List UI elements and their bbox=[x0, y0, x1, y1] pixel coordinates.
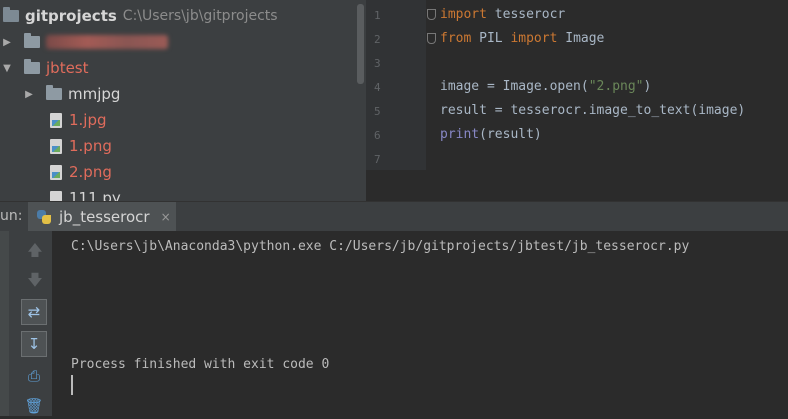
console-command-line: C:\Users\jb\Anaconda3\python.exe C:/User… bbox=[71, 239, 690, 254]
tree-item-label: mmjpg bbox=[68, 85, 121, 103]
soft-wrap-icon[interactable]: ⇄ bbox=[21, 299, 47, 325]
python-file-icon bbox=[50, 190, 62, 201]
folder-icon bbox=[46, 85, 62, 100]
root-folder-name: gitprojects bbox=[25, 7, 117, 25]
tree-item-mmjpg[interactable]: ▶ mmjpg bbox=[22, 82, 120, 106]
fold-marker-icon[interactable] bbox=[427, 9, 436, 20]
code-line-1: import tesserocr bbox=[440, 7, 565, 22]
code-keyword: import bbox=[510, 31, 558, 46]
line-number: 2 bbox=[374, 33, 381, 46]
tree-item-1jpg[interactable]: 1.jpg bbox=[50, 108, 107, 132]
tree-item-label: 1.png bbox=[69, 137, 112, 155]
line-number: 4 bbox=[374, 81, 381, 94]
tree-item-2png[interactable]: 2.png bbox=[50, 160, 112, 184]
line-number: 6 bbox=[374, 129, 381, 142]
code-text: result = tesserocr.image_to_text(image) bbox=[440, 103, 746, 118]
image-file-icon bbox=[50, 164, 62, 180]
image-file-icon bbox=[50, 112, 62, 128]
folder-icon bbox=[24, 59, 40, 74]
chevron-down-icon[interactable]: ▼ bbox=[0, 63, 14, 74]
run-console[interactable]: C:\Users\jb\Anaconda3\python.exe C:/User… bbox=[52, 231, 788, 416]
code-line-6: print(result) bbox=[440, 127, 542, 142]
line-number: 5 bbox=[374, 105, 381, 118]
scroll-to-end-icon[interactable]: ↧ bbox=[21, 331, 47, 357]
tree-item-label: 2.png bbox=[69, 163, 112, 181]
code-line-4: image = Image.open("2.png") bbox=[440, 79, 651, 94]
code-text: ) bbox=[643, 79, 652, 94]
code-text: (result) bbox=[479, 127, 542, 142]
code-text: image = Image.open( bbox=[440, 79, 589, 94]
close-icon[interactable]: × bbox=[161, 210, 171, 224]
code-line-2: from PIL import Image bbox=[440, 31, 604, 46]
line-number: 3 bbox=[374, 57, 381, 70]
tree-root[interactable]: gitprojects C:\Users\jb\gitprojects bbox=[0, 4, 278, 28]
left-tool-strip bbox=[0, 231, 9, 416]
text-caret bbox=[71, 375, 73, 395]
tree-item-1png[interactable]: 1.png bbox=[50, 134, 112, 158]
line-number: 7 bbox=[374, 153, 381, 166]
trash-icon[interactable]: 🗑 bbox=[21, 393, 47, 419]
chevron-right-icon[interactable]: ▶ bbox=[22, 89, 36, 100]
print-icon[interactable]: ⎙ bbox=[21, 363, 47, 389]
project-scrollbar[interactable] bbox=[357, 4, 364, 84]
python-icon bbox=[36, 209, 52, 225]
code-text: Image bbox=[557, 31, 605, 46]
code-string: "2.png" bbox=[588, 79, 644, 94]
image-file-icon bbox=[50, 138, 62, 154]
code-text: tesserocr bbox=[486, 7, 566, 22]
root-folder-path: C:\Users\jb\gitprojects bbox=[122, 8, 278, 24]
code-line-5: result = tesserocr.image_to_text(image) bbox=[440, 103, 745, 118]
code-builtin: print bbox=[440, 127, 480, 142]
tree-item-blurred[interactable]: ▶ bbox=[0, 30, 168, 54]
console-exit-line: Process finished with exit code 0 bbox=[71, 357, 330, 372]
tree-item-jbtest[interactable]: ▼ jbtest bbox=[0, 56, 89, 80]
editor-empty-area bbox=[366, 170, 788, 201]
folder-icon bbox=[3, 7, 19, 22]
fold-marker-icon[interactable] bbox=[427, 33, 436, 44]
project-tree-panel: gitprojects C:\Users\jb\gitprojects ▶ ▼ … bbox=[0, 0, 366, 201]
run-tool-window-header: un: jb_tesserocr × bbox=[0, 201, 788, 233]
tree-item-label: 1.jpg bbox=[69, 111, 107, 129]
tree-item-label: jbtest bbox=[46, 59, 89, 77]
folder-icon bbox=[24, 33, 40, 48]
line-number: 1 bbox=[374, 9, 381, 22]
tree-item-label: 111.py bbox=[69, 189, 121, 201]
tab-title: jb_tesserocr bbox=[59, 208, 150, 226]
tree-item-111py[interactable]: 111.py bbox=[50, 186, 121, 201]
arrow-up-icon[interactable]: 🡅 bbox=[22, 239, 48, 265]
chevron-right-icon[interactable]: ▶ bbox=[0, 37, 14, 48]
arrow-down-icon[interactable]: 🡇 bbox=[22, 269, 48, 295]
tab-jb-tesserocr[interactable]: jb_tesserocr × bbox=[28, 202, 176, 232]
run-label: un: bbox=[0, 208, 23, 224]
blurred-folder-name bbox=[46, 35, 168, 49]
code-keyword: import bbox=[440, 7, 487, 22]
code-editor[interactable]: 1 2 3 4 5 6 7 import tesserocr from PIL … bbox=[366, 0, 788, 201]
code-keyword: from bbox=[440, 31, 472, 46]
code-text: PIL bbox=[471, 31, 511, 46]
